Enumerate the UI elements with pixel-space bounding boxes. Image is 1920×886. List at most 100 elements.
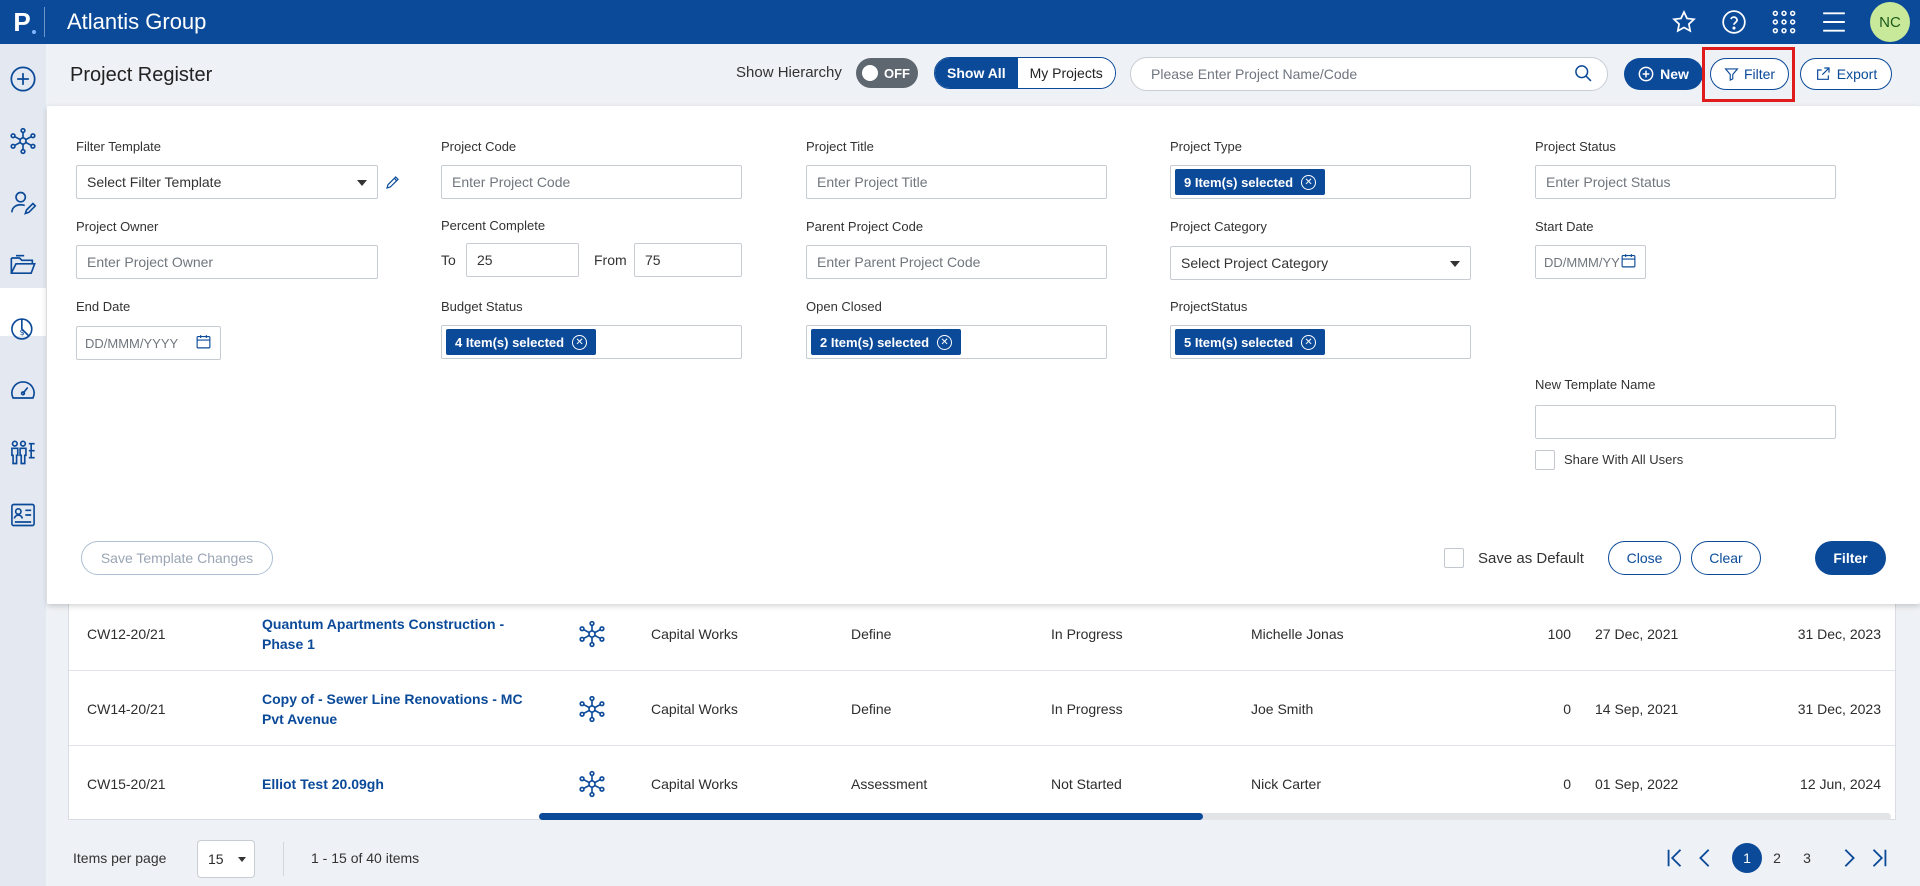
last-page-icon[interactable]: [1864, 843, 1894, 873]
project-type-cell: Capital Works: [651, 700, 738, 717]
end-date-input[interactable]: [85, 335, 195, 351]
funnel-icon: [1724, 67, 1739, 81]
percent-complete-cell: 0: [1563, 775, 1571, 792]
close-button[interactable]: Close: [1608, 541, 1681, 575]
project-status-input[interactable]: [1546, 174, 1825, 190]
percent-to-input[interactable]: [477, 252, 568, 268]
show-hierarchy-toggle[interactable]: OFF: [856, 58, 918, 88]
project-title-label: Project Title: [806, 139, 874, 154]
project-title-input[interactable]: [817, 174, 1096, 190]
project-type-chip: 9 Item(s) selected ✕: [1175, 169, 1326, 195]
clear-chip-icon[interactable]: ✕: [1301, 174, 1317, 190]
first-page-icon[interactable]: [1660, 843, 1690, 873]
project-title-link[interactable]: Quantum Apartments Construction - Phase 1: [262, 596, 532, 671]
scrollbar-thumb[interactable]: [539, 813, 1203, 820]
project-owner-input[interactable]: [87, 254, 367, 270]
project-title-link[interactable]: Copy of - Sewer Line Renovations - MC Pvt…: [262, 671, 542, 746]
save-template-changes-button[interactable]: Save Template Changes: [81, 541, 273, 575]
search-icon[interactable]: [1573, 63, 1593, 86]
projectstatus-label: ProjectStatus: [1170, 299, 1248, 314]
hierarchy-icon[interactable]: [578, 671, 606, 746]
project-search-box: [1130, 57, 1608, 91]
finance-icon[interactable]: $: [8, 314, 38, 344]
share-with-all-users-checkbox[interactable]: [1535, 450, 1555, 470]
project-type-multiselect[interactable]: 9 Item(s) selected ✕: [1170, 165, 1471, 199]
percent-from-input[interactable]: [645, 252, 731, 268]
footer-divider: [283, 842, 284, 876]
project-code-label: Project Code: [441, 139, 517, 154]
table-row[interactable]: CW14-20/21 Copy of - Sewer Line Renovati…: [69, 671, 1895, 746]
project-category-label: Project Category: [1170, 219, 1267, 234]
app-logo[interactable]: P: [0, 0, 44, 44]
percent-complete-cell: 100: [1547, 625, 1571, 642]
open-closed-multiselect[interactable]: 2 Item(s) selected ✕: [806, 325, 1107, 359]
table-row[interactable]: CW12-20/21 Quantum Apartments Constructi…: [69, 596, 1895, 671]
project-code-input[interactable]: [452, 174, 731, 190]
project-search-input[interactable]: [1151, 66, 1573, 82]
left-sidebar: $: [0, 44, 46, 886]
my-projects-button[interactable]: My Projects: [1017, 58, 1115, 88]
end-date-cell: 12 Jun, 2024: [1800, 775, 1881, 792]
folder-open-icon[interactable]: [8, 250, 38, 280]
network-icon[interactable]: [8, 126, 38, 156]
filter-toggle-button[interactable]: Filter: [1710, 58, 1789, 90]
org-chart-icon[interactable]: [8, 438, 38, 468]
user-edit-icon[interactable]: [8, 188, 38, 218]
filter-template-select[interactable]: Select Filter Template: [76, 165, 378, 199]
page-3-button[interactable]: 3: [1792, 843, 1822, 873]
export-button[interactable]: Export: [1800, 58, 1892, 90]
projectstatus-chip: 5 Item(s) selected ✕: [1175, 329, 1326, 355]
clear-chip-icon[interactable]: ✕: [1301, 334, 1317, 350]
user-avatar[interactable]: NC: [1870, 2, 1910, 42]
report-card-icon[interactable]: [8, 500, 38, 530]
table-horizontal-scrollbar[interactable]: [539, 813, 1891, 820]
apply-filter-button[interactable]: Filter: [1815, 541, 1886, 575]
budget-status-multiselect[interactable]: 4 Item(s) selected ✕: [441, 325, 742, 359]
new-template-name-input[interactable]: [1546, 414, 1825, 430]
percent-complete-cell: 0: [1563, 700, 1571, 717]
clear-button[interactable]: Clear: [1691, 541, 1761, 575]
end-date-cell: 31 Dec, 2023: [1797, 700, 1881, 717]
apps-grid-icon[interactable]: [1770, 8, 1798, 36]
budget-status-chip: 4 Item(s) selected ✕: [446, 329, 597, 355]
dashboard-gauge-icon[interactable]: [8, 376, 38, 406]
star-icon[interactable]: [1670, 8, 1698, 36]
calendar-icon[interactable]: [1620, 252, 1637, 272]
start-date-input[interactable]: [1544, 254, 1620, 270]
hamburger-menu-icon[interactable]: [1820, 8, 1848, 36]
add-circle-icon[interactable]: [8, 64, 38, 94]
project-phase-cell: Assessment: [851, 775, 928, 792]
hierarchy-icon[interactable]: [578, 746, 606, 821]
project-type-label: Project Type: [1170, 139, 1243, 154]
pencil-edit-icon[interactable]: [385, 174, 401, 193]
items-per-page-select[interactable]: 15: [197, 840, 255, 878]
plus-circle-icon: [1638, 66, 1654, 82]
svg-text:$: $: [20, 327, 25, 337]
next-page-icon[interactable]: [1834, 843, 1864, 873]
projectstatus-multiselect[interactable]: 5 Item(s) selected ✕: [1170, 325, 1471, 359]
project-category-select[interactable]: Select Project Category: [1170, 246, 1471, 280]
parent-project-code-input[interactable]: [817, 254, 1096, 270]
new-project-button[interactable]: New: [1624, 58, 1703, 90]
clear-chip-icon[interactable]: ✕: [572, 334, 588, 350]
top-bar: P Atlantis Group NC: [0, 0, 1920, 44]
project-status-cell: Not Started: [1051, 775, 1122, 792]
filter-panel: Filter Template Select Filter Template P…: [47, 106, 1920, 604]
project-title-link[interactable]: Elliot Test 20.09gh: [262, 746, 384, 821]
hierarchy-icon[interactable]: [578, 596, 606, 671]
previous-page-icon[interactable]: [1690, 843, 1720, 873]
calendar-icon[interactable]: [195, 333, 212, 353]
end-date-cell: 31 Dec, 2023: [1797, 625, 1881, 642]
show-all-button[interactable]: Show All: [935, 58, 1018, 88]
clear-chip-icon[interactable]: ✕: [937, 334, 953, 350]
new-template-name-label: New Template Name: [1535, 377, 1656, 392]
items-per-page-label: Items per page: [73, 850, 167, 866]
page-2-button[interactable]: 2: [1762, 843, 1792, 873]
save-as-default-checkbox[interactable]: [1444, 548, 1464, 568]
percent-complete-label: Percent Complete: [441, 218, 546, 233]
table-row[interactable]: CW15-20/21 Elliot Test 20.09gh Capital W…: [69, 746, 1895, 821]
page-1-button[interactable]: 1: [1732, 843, 1762, 873]
chevron-down-icon: [1450, 261, 1460, 267]
help-icon[interactable]: [1720, 8, 1748, 36]
project-status-label: Project Status: [1535, 139, 1616, 154]
